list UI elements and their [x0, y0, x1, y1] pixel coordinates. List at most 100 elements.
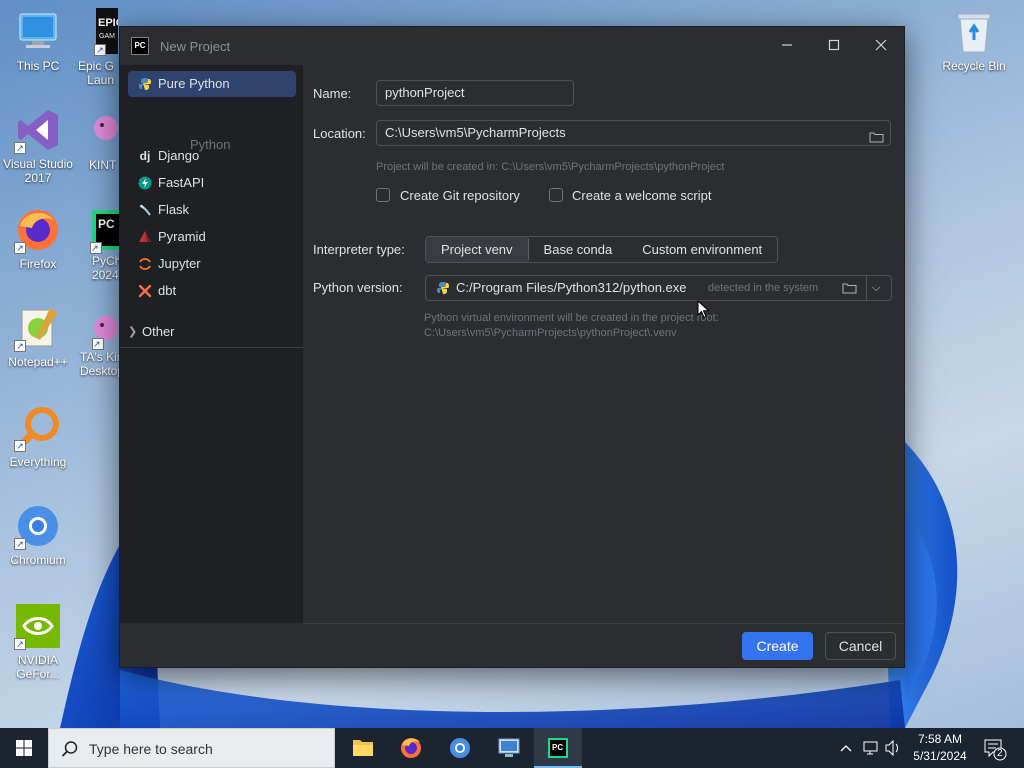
volume-icon[interactable]	[884, 728, 902, 768]
desktop-icon-label: Everything	[9, 455, 67, 469]
minimize-icon	[782, 44, 792, 46]
network-icon[interactable]	[862, 728, 880, 768]
interpreter-type-label: Interpreter type:	[313, 242, 405, 257]
python-version-label: Python version:	[313, 280, 403, 295]
footer-divider	[303, 623, 906, 624]
sidebar-item-other[interactable]: ❯ Other	[120, 319, 303, 345]
desktop-icon-firefox[interactable]: ↗ Firefox	[0, 206, 76, 271]
desktop-icon-chromium[interactable]: ↗ Chromium	[0, 502, 76, 567]
chevron-right-icon: ❯	[128, 326, 138, 338]
svg-text:GAM: GAM	[99, 33, 115, 40]
mouse-cursor-icon	[697, 299, 711, 320]
remote-desktop-icon	[498, 738, 520, 757]
sidebar-item-flask[interactable]: Flask	[128, 197, 296, 223]
firefox-icon	[401, 738, 421, 758]
desktop-icon-label: Recycle Bin	[942, 59, 1006, 73]
venv-hint-line-1: Python virtual environment will be creat…	[424, 312, 719, 324]
desktop-icon-label: TA's Kin Desktop	[80, 350, 125, 378]
chevron-down-icon[interactable]: ⌵	[872, 276, 880, 300]
tray-chevron-up-icon[interactable]	[838, 728, 854, 768]
desktop-icon-label: PyCh 2024	[92, 254, 122, 282]
taskbar-file-explorer[interactable]	[339, 728, 387, 768]
sidebar-item-fastapi[interactable]: FastAPI	[128, 170, 296, 196]
taskbar-pycharm[interactable]: PC	[534, 728, 582, 768]
folder-icon[interactable]	[842, 282, 857, 294]
desktop-icon-label: Visual Studio 2017	[3, 157, 73, 185]
tab-base-conda[interactable]: Base conda	[529, 237, 628, 262]
sidebar-item-pure-python[interactable]: Pure Python	[128, 71, 296, 97]
desktop-icon-label: Notepad++	[8, 355, 68, 369]
desktop-icon-notepad-plus-plus[interactable]: ↗ Notepad++	[0, 304, 76, 369]
pycharm-icon: PC	[548, 738, 568, 758]
sidebar-item-pyramid[interactable]: Pyramid	[128, 224, 296, 250]
desktop-icon-everything[interactable]: ↗ Everything	[0, 404, 76, 469]
create-git-repo-label[interactable]: Create Git repository	[400, 188, 520, 203]
search-icon	[61, 740, 79, 758]
project-type-sidebar: Pure Python Python dj Django FastAPI Fla…	[120, 65, 303, 623]
close-button[interactable]	[867, 35, 895, 57]
project-name-input[interactable]: pythonProject	[376, 80, 574, 106]
desktop-icon-recycle-bin[interactable]: Recycle Bin	[936, 8, 1012, 73]
taskbar: Type here to search PC 7:58 AM 5/31/2024…	[0, 728, 1024, 768]
new-project-dialog: PC New Project Pure Python Python dj Dja…	[119, 26, 906, 668]
shortcut-arrow-icon: ↗	[90, 242, 102, 254]
maximize-icon	[828, 39, 840, 51]
svg-text:EPIC: EPIC	[98, 17, 118, 29]
taskbar-clock[interactable]: 7:58 AM 5/31/2024	[904, 731, 976, 765]
sidebar-divider	[120, 347, 303, 348]
sidebar-item-django[interactable]: dj Django	[128, 143, 296, 169]
tab-custom-environment[interactable]: Custom environment	[627, 237, 777, 262]
python-version-select[interactable]: C:/Program Files/Python312/python.exe de…	[425, 275, 892, 301]
maximize-button[interactable]	[820, 35, 848, 57]
desktop-icon-pycharm[interactable]: PC ↗ PyCh 2024	[84, 206, 122, 282]
desktop-icon-label: NVIDIA GeFor...	[16, 653, 60, 681]
location-value: C:\Users\vm5\PycharmProjects	[385, 125, 566, 140]
sidebar-item-label: FastAPI	[158, 175, 205, 190]
desktop-icon-this-pc[interactable]: This PC	[0, 8, 76, 73]
desktop-icon-nvidia[interactable]: ↗ NVIDIA GeFor...	[0, 602, 76, 681]
welcome-script-checkbox[interactable]	[549, 188, 563, 202]
dialog-titlebar[interactable]: PC New Project	[120, 27, 904, 65]
detected-label: detected in the system	[708, 282, 819, 294]
folder-icon	[353, 740, 373, 756]
desktop-icon-kint[interactable]: KINT	[86, 110, 120, 172]
welcome-script-label[interactable]: Create a welcome script	[572, 188, 711, 203]
create-git-repo-checkbox[interactable]	[376, 188, 390, 202]
shortcut-arrow-icon: ↗	[14, 242, 26, 254]
taskbar-firefox[interactable]	[387, 728, 435, 768]
sidebar-item-jupyter[interactable]: Jupyter	[128, 251, 296, 277]
kinto-icon	[86, 110, 120, 158]
computer-icon	[14, 8, 62, 56]
start-button[interactable]	[0, 728, 48, 768]
notification-count: 2	[997, 748, 1003, 759]
create-button[interactable]: Create	[742, 632, 813, 660]
pycharm-logo-icon: PC	[131, 37, 149, 55]
desktop-icon-label: Firefox	[19, 257, 57, 271]
desktop-icon-tas-kint-desktop[interactable]: ↗ TA's Kin Desktop	[78, 310, 125, 378]
desktop-icon-label: KINT	[89, 158, 117, 172]
taskbar-chromium[interactable]	[436, 728, 484, 768]
chromium-icon: ↗	[14, 502, 62, 550]
pyramid-icon	[137, 224, 153, 253]
desktop-icon-label: Chromium	[10, 553, 66, 567]
epic-games-icon: EPIC GAM ↗	[78, 8, 124, 56]
folder-icon[interactable]	[869, 127, 884, 143]
cancel-button[interactable]: Cancel	[825, 632, 896, 660]
minimize-button[interactable]	[773, 35, 801, 57]
desktop-icon-epic-games[interactable]: EPIC GAM ↗ Epic G Laun	[78, 8, 124, 87]
shortcut-arrow-icon: ↗	[14, 440, 26, 452]
notifications-button[interactable]: 2	[982, 728, 1008, 768]
select-separator	[866, 276, 867, 300]
sidebar-item-dbt[interactable]: dbt	[128, 278, 296, 304]
recycle-bin-icon	[950, 8, 998, 56]
location-input[interactable]: C:\Users\vm5\PycharmProjects	[376, 120, 891, 146]
taskbar-remote-desktop[interactable]	[485, 728, 533, 768]
sidebar-item-label: Pyramid	[158, 229, 206, 244]
taskbar-search-box[interactable]: Type here to search	[48, 728, 335, 768]
notepad-plus-plus-icon: ↗	[14, 304, 62, 352]
clock-date: 5/31/2024	[913, 749, 967, 763]
desktop-icon-visual-studio[interactable]: ↗ Visual Studio 2017	[0, 106, 76, 185]
svg-text:PC: PC	[98, 217, 115, 231]
tab-project-venv[interactable]: Project venv	[426, 237, 529, 262]
python-icon	[436, 281, 450, 295]
